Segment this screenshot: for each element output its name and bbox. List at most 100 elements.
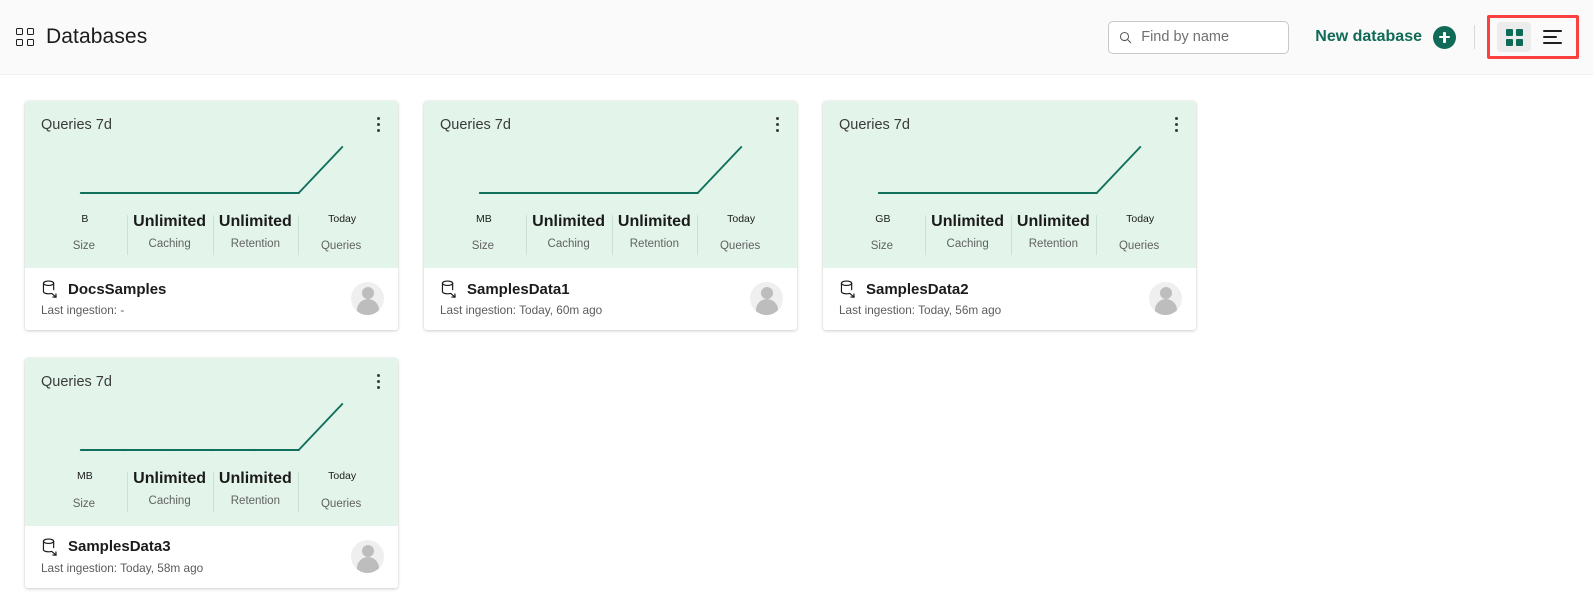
- card-footer-text: SamplesData3 Last ingestion: Today, 58m …: [41, 538, 351, 575]
- stat-queries: Today Queries: [298, 470, 384, 513]
- stat-retention: Unlimited Retention: [1010, 213, 1097, 256]
- card-footer: DocsSamples Last ingestion: -: [25, 268, 398, 331]
- stat-caching: Unlimited Caching: [126, 470, 213, 513]
- new-database-button[interactable]: New database: [1315, 25, 1456, 49]
- user-avatar-icon[interactable]: [351, 539, 384, 573]
- stat-label: Caching: [547, 238, 590, 250]
- database-name: SamplesData2: [866, 280, 969, 298]
- stat-value: Unlimited: [1016, 213, 1090, 230]
- database-card[interactable]: Queries 7d MB Size Unlimited Caching Unl…: [25, 358, 398, 588]
- more-vertical-icon[interactable]: [370, 114, 386, 134]
- stat-label: Size: [72, 240, 96, 253]
- stat-unit: Today: [1126, 213, 1155, 225]
- stat-value: Today: [304, 470, 378, 490]
- stat-label: Retention: [230, 238, 280, 250]
- database-name-row[interactable]: DocsSamples: [41, 280, 351, 299]
- grid-view-icon: [1505, 28, 1523, 46]
- database-name-row[interactable]: SamplesData1: [440, 280, 750, 299]
- stat-value: Unlimited: [133, 470, 207, 488]
- stat-retention: Unlimited Retention: [212, 470, 299, 513]
- stat-retention: Unlimited Retention: [212, 213, 299, 256]
- stat-value: B: [47, 213, 121, 233]
- stat-label: Queries: [320, 497, 362, 510]
- database-name-row[interactable]: SamplesData2: [839, 280, 1149, 299]
- stat-caching: Unlimited Caching: [924, 213, 1011, 256]
- search-input[interactable]: [1141, 29, 1279, 45]
- last-ingestion-text: Last ingestion: Today, 58m ago: [41, 560, 204, 575]
- new-database-label: New database: [1315, 28, 1422, 45]
- user-avatar-icon[interactable]: [750, 282, 783, 316]
- more-vertical-icon[interactable]: [769, 114, 785, 134]
- header-right-group: New database: [1108, 15, 1579, 59]
- stat-label: Size: [870, 240, 894, 253]
- stat-queries: Today Queries: [1096, 213, 1182, 256]
- card-footer: SamplesData2 Last ingestion: Today, 56m …: [823, 268, 1196, 331]
- list-view-icon: [1542, 30, 1562, 44]
- search-icon: [1120, 31, 1132, 43]
- stat-label: Queries: [320, 240, 362, 253]
- database-icon: [840, 280, 855, 299]
- stat-size: MB Size: [440, 213, 526, 252]
- stat-value: Unlimited: [218, 213, 292, 230]
- stat-queries: Today Queries: [697, 213, 783, 256]
- user-avatar-icon[interactable]: [351, 282, 384, 316]
- more-vertical-icon[interactable]: [1168, 114, 1184, 134]
- card-metrics-section: Queries 7d B Size Unlimited Caching Unli…: [25, 101, 398, 269]
- card-stats-row: B Size Unlimited Caching Unlimited Reten…: [41, 209, 384, 268]
- view-toggle-group: [1487, 15, 1579, 59]
- grid-view-button[interactable]: [1497, 22, 1531, 52]
- stat-unit: B: [81, 213, 89, 225]
- stat-label: Size: [471, 240, 495, 253]
- more-vertical-icon[interactable]: [370, 371, 386, 391]
- database-cards-grid: Queries 7d B Size Unlimited Caching Unli…: [0, 75, 1593, 588]
- list-view-button[interactable]: [1535, 22, 1569, 52]
- stat-label: Retention: [629, 238, 679, 250]
- page-title: Databases: [46, 25, 148, 48]
- database-card[interactable]: Queries 7d MB Size Unlimited Caching Unl…: [424, 101, 797, 331]
- database-card[interactable]: Queries 7d GB Size Unlimited Caching Unl…: [823, 101, 1196, 331]
- stat-label: Queries: [1118, 240, 1160, 253]
- card-footer-text: SamplesData2 Last ingestion: Today, 56m …: [839, 280, 1149, 317]
- card-metrics-section: Queries 7d GB Size Unlimited Caching Unl…: [823, 101, 1196, 269]
- card-footer-text: DocsSamples Last ingestion: -: [41, 280, 351, 317]
- chart-title: Queries 7d: [440, 117, 511, 133]
- user-avatar-icon[interactable]: [1149, 282, 1182, 316]
- database-card[interactable]: Queries 7d B Size Unlimited Caching Unli…: [25, 101, 398, 331]
- chart-title: Queries 7d: [839, 117, 910, 133]
- chart-title: Queries 7d: [41, 117, 112, 133]
- database-name-row[interactable]: SamplesData3: [41, 538, 351, 556]
- stat-size: B Size: [41, 213, 127, 252]
- search-box[interactable]: [1108, 20, 1290, 54]
- stat-label: Caching: [148, 238, 191, 250]
- database-name: DocsSamples: [68, 280, 167, 298]
- stat-caching: Unlimited Caching: [126, 213, 213, 256]
- card-stats-row: MB Size Unlimited Caching Unlimited Rete…: [440, 209, 783, 268]
- stat-label: Retention: [1028, 238, 1078, 250]
- stat-label: Retention: [230, 495, 280, 508]
- stat-value: Unlimited: [133, 213, 207, 230]
- stat-value: Unlimited: [532, 213, 606, 230]
- last-ingestion-text: Last ingestion: Today, 56m ago: [839, 303, 1002, 318]
- stat-label: Caching: [946, 238, 989, 250]
- card-footer-text: SamplesData1 Last ingestion: Today, 60m …: [440, 280, 750, 317]
- stat-size: MB Size: [41, 470, 127, 509]
- stat-value: Today: [304, 213, 378, 233]
- stat-unit: Today: [727, 213, 756, 225]
- chart-title: Queries 7d: [41, 374, 112, 391]
- card-stats-row: GB Size Unlimited Caching Unlimited Rete…: [839, 209, 1182, 268]
- database-name: SamplesData1: [467, 280, 570, 298]
- queries-sparkline-chart: [839, 137, 1182, 209]
- card-footer: SamplesData1 Last ingestion: Today, 60m …: [424, 268, 797, 331]
- database-name: SamplesData3: [68, 538, 171, 556]
- stat-label: Size: [72, 497, 96, 510]
- page-header: Databases New database: [0, 0, 1593, 75]
- database-icon: [42, 280, 57, 299]
- stat-size: GB Size: [839, 213, 925, 252]
- stat-value: MB: [47, 470, 121, 490]
- stat-caching: Unlimited Caching: [525, 213, 612, 256]
- stat-value: Today: [703, 213, 777, 233]
- plus-circle-icon[interactable]: [1433, 25, 1456, 49]
- last-ingestion-text: Last ingestion: -: [41, 303, 125, 318]
- stat-queries: Today Queries: [298, 213, 384, 256]
- stat-unit: MB: [476, 213, 492, 225]
